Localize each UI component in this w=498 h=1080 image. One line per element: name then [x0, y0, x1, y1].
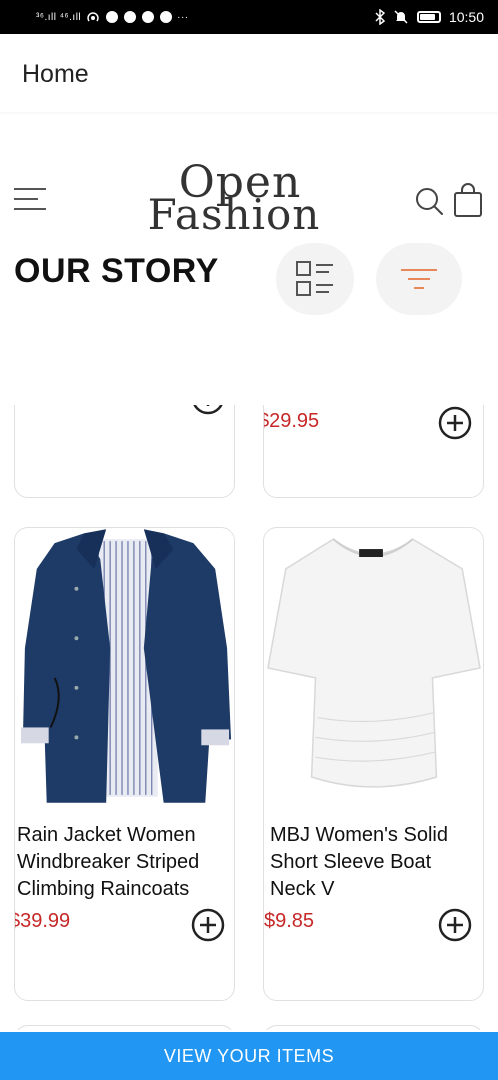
product-card[interactable] [14, 1025, 235, 1030]
product-card[interactable]: $29.95 [263, 405, 484, 498]
add-circle-icon[interactable] [191, 908, 225, 942]
filter-icon [401, 269, 437, 289]
brand-logo: Open Fashion [144, 160, 324, 244]
more-notifications-icon: ··· [177, 11, 189, 23]
product-card[interactable] [14, 405, 235, 498]
view-items-button[interactable]: VIEW YOUR ITEMS [0, 1032, 498, 1080]
shopping-bag-icon[interactable] [452, 182, 484, 218]
mute-icon [394, 10, 408, 24]
product-card[interactable]: Rain Jacket Women Windbreaker Striped Cl… [14, 527, 235, 1001]
product-grid: $29.95 Rain Jacket Women Windbreaker Str… [0, 405, 498, 1030]
add-circle-icon[interactable] [438, 406, 472, 440]
notification-icon [160, 11, 173, 23]
bluetooth-icon [375, 9, 385, 25]
filter-button[interactable] [376, 243, 462, 315]
section-title: OUR STORY [14, 252, 219, 290]
status-indicators: ³⁶.ıll ⁴⁶.ıll ··· [36, 9, 189, 25]
product-price: $29.95 [263, 410, 320, 432]
product-title: Rain Jacket Women Windbreaker Striped Cl… [17, 824, 200, 900]
status-time: 10:50 [448, 9, 484, 25]
product-image [15, 529, 234, 803]
battery-icon [416, 11, 441, 23]
add-circle-icon[interactable] [438, 908, 472, 942]
app-bar-title: Home [22, 60, 89, 88]
product-card[interactable] [263, 1025, 484, 1030]
search-icon[interactable] [414, 186, 444, 216]
notification-icon [142, 11, 155, 23]
product-title: MBJ Women's Solid Short Sleeve Boat Neck… [270, 824, 448, 900]
product-card[interactable]: MBJ Women's Solid Short Sleeve Boat Neck… [263, 527, 484, 1001]
list-view-button[interactable] [276, 243, 354, 315]
product-price: $9.85 [264, 910, 315, 932]
list-view-icon [296, 261, 333, 296]
screen: ³⁶.ıll ⁴⁶.ıll ··· 10:50 Home Open Fashio… [0, 0, 498, 1080]
add-circle-icon[interactable] [191, 405, 225, 415]
menu-icon[interactable] [14, 188, 46, 214]
logo-line-2: Fashion [147, 190, 321, 240]
status-bar: ³⁶.ıll ⁴⁶.ıll ··· 10:50 [0, 0, 498, 34]
app-bar: Home [0, 34, 498, 112]
notification-icon [106, 11, 119, 23]
status-right: 10:50 [375, 9, 484, 25]
hotspot-icon [87, 12, 99, 22]
product-price: $39.99 [14, 910, 71, 932]
notification-icon [124, 11, 137, 23]
signal-indicators: ³⁶.ıll ⁴⁶.ıll [36, 11, 82, 23]
product-image [264, 529, 483, 803]
